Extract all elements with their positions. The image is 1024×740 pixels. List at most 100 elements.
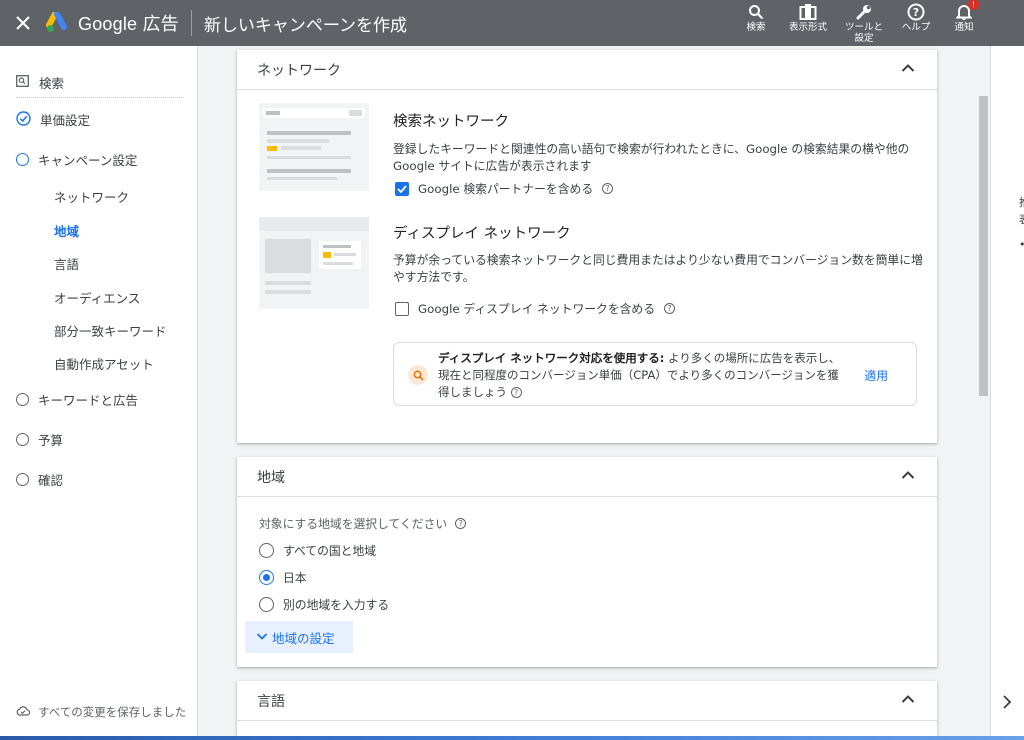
location-card-header[interactable]: 地域: [237, 457, 937, 497]
location-card-title: 地域: [257, 469, 285, 486]
top-tools-button[interactable]: ツールと 設定: [836, 0, 892, 44]
display-network-option[interactable]: Google ディスプレイ ネットワークを含める ?: [395, 300, 676, 317]
chevron-up-icon[interactable]: [899, 59, 917, 81]
right-panel-bullet: •: [1019, 238, 1024, 251]
location-option-all[interactable]: すべての国と地域: [259, 542, 376, 559]
step-circle-icon: [16, 393, 29, 406]
step-campaign-settings[interactable]: キャンペーン設定: [16, 150, 137, 169]
step-bidding[interactable]: 単価設定: [16, 110, 90, 129]
network-card-header[interactable]: ネットワーク: [237, 50, 937, 90]
top-actions: 検索 表示形式 ツールと 設定 ? ヘルプ ! 通知: [732, 0, 988, 46]
sub-language[interactable]: 言語: [54, 254, 79, 273]
location-option-japan-label: 日本: [283, 571, 307, 585]
step-bidding-label: 単価設定: [40, 113, 91, 128]
sub-auto-assets[interactable]: 自動作成アセット: [54, 354, 154, 373]
cloud-check-icon: [16, 705, 31, 719]
chevron-up-icon[interactable]: [899, 690, 917, 712]
top-help-button[interactable]: ? ヘルプ: [892, 0, 940, 33]
top-search-label: 検索: [746, 22, 766, 33]
help-icon: ?: [907, 2, 925, 22]
search-box-icon: [16, 75, 29, 90]
radio-other-location[interactable]: [259, 597, 274, 612]
display-network-label: Google ディスプレイ ネットワークを含める: [418, 302, 656, 316]
location-option-japan[interactable]: 日本: [259, 569, 307, 586]
google-ads-logo-icon: [46, 12, 67, 32]
location-settings-toggle[interactable]: 地域の設定: [245, 621, 353, 653]
top-help-label: ヘルプ: [901, 22, 931, 33]
step-circle-icon: [16, 473, 29, 486]
language-card-header[interactable]: 言語: [237, 681, 937, 721]
radio-all-countries[interactable]: [259, 543, 274, 558]
view-icon: [799, 2, 817, 22]
sub-location[interactable]: 地域: [54, 221, 79, 240]
search-partners-label: Google 検索パートナーを含める: [418, 182, 594, 196]
step-keywords-ads[interactable]: キーワードと広告: [16, 390, 138, 409]
top-notifications-label: 通知: [954, 22, 974, 33]
top-view-label: 表示形式: [788, 22, 827, 33]
nav-search-label: 検索: [39, 76, 65, 91]
suggestion-text: ディスプレイ ネットワーク対応を使用する: より多くの場所に広告を表示し、現在と…: [438, 350, 850, 401]
network-card-title: ネットワーク: [257, 62, 341, 79]
display-network-desc: 予算が余っている検索ネットワークと同じ費用またはより少ない費用でコンバージョン数…: [393, 253, 923, 284]
step-campaign-settings-label: キャンペーン設定: [38, 153, 138, 168]
network-card: ネットワーク 検索ネットワーク 登録したキーワードと関連性の高い語句で検索が行わ…: [237, 50, 937, 443]
check-circle-icon: [16, 110, 31, 129]
active-step-circle-icon: [16, 153, 29, 166]
location-option-other-label: 別の地域を入力する: [283, 598, 390, 612]
os-taskbar-edge: [0, 736, 1024, 740]
search-suggestion-icon: [408, 365, 428, 385]
top-notifications-button[interactable]: ! 通知: [940, 0, 988, 33]
main-scrollbar-thumb[interactable]: [979, 96, 988, 396]
sub-broad-match[interactable]: 部分一致キーワード: [54, 321, 167, 340]
search-partners-checkbox[interactable]: [395, 181, 409, 196]
help-icon[interactable]: ?: [664, 303, 676, 314]
location-prompt: 対象にする地域を選択してください ?: [259, 515, 467, 532]
chevron-right-icon[interactable]: [1001, 694, 1013, 713]
search-network-title: 検索ネットワーク: [393, 114, 509, 130]
step-review-label: 確認: [38, 473, 64, 488]
location-option-other[interactable]: 別の地域を入力する: [259, 596, 389, 613]
close-icon[interactable]: [0, 0, 46, 46]
step-circle-icon: [16, 433, 29, 446]
title-divider: [190, 10, 192, 36]
svg-text:?: ?: [913, 6, 919, 19]
top-search-button[interactable]: 検索: [732, 0, 780, 33]
right-panel-text: 表: [1019, 211, 1024, 227]
chevron-up-icon[interactable]: [899, 466, 917, 488]
step-review[interactable]: 確認: [16, 470, 63, 489]
display-network-title: ディスプレイ ネットワーク: [393, 226, 571, 242]
help-icon[interactable]: ?: [510, 387, 522, 398]
language-card: 言語: [237, 681, 937, 740]
bell-icon: !: [956, 0, 979, 22]
search-network-illustration: [259, 103, 369, 194]
radio-japan[interactable]: [259, 570, 274, 585]
search-partners-option[interactable]: Google 検索パートナーを含める ?: [395, 180, 614, 197]
brand-name: Google 広告: [78, 14, 179, 34]
help-icon[interactable]: ?: [455, 518, 467, 529]
right-side-panel: 推 表 •: [990, 46, 1024, 740]
sub-network[interactable]: ネットワーク: [54, 187, 129, 206]
chevron-down-icon: [255, 629, 269, 646]
location-settings-label: 地域の設定: [272, 630, 335, 646]
location-option-all-label: すべての国と地域: [283, 544, 377, 558]
search-icon: [748, 2, 764, 22]
save-status: すべての変更を保存しました: [16, 704, 186, 720]
step-keywords-ads-label: キーワードと広告: [38, 393, 139, 408]
location-prompt-text: 対象にする地域を選択してください: [259, 517, 448, 531]
wrench-icon: [855, 2, 873, 22]
apply-button[interactable]: 適用: [864, 367, 888, 384]
nav-search[interactable]: 検索: [16, 68, 184, 98]
top-view-button[interactable]: 表示形式: [780, 0, 836, 33]
search-network-desc: 登録したキーワードと関連性の高い語句で検索が行われたときに、Google の検索…: [393, 142, 910, 173]
notification-badge: !: [968, 0, 979, 10]
help-icon[interactable]: ?: [602, 183, 614, 194]
google-ads-logo[interactable]: Google 広告: [46, 10, 179, 36]
sub-audience[interactable]: オーディエンス: [54, 288, 140, 307]
page-title: 新しいキャンペーンを作成: [203, 15, 407, 36]
display-network-checkbox[interactable]: [395, 301, 409, 316]
display-network-illustration: [259, 217, 369, 312]
right-panel-text: 推: [1019, 194, 1024, 210]
step-budget[interactable]: 予算: [16, 430, 63, 449]
step-budget-label: 予算: [38, 433, 64, 448]
main-content: ネットワーク 検索ネットワーク 登録したキーワードと関連性の高い語句で検索が行わ…: [199, 46, 989, 740]
